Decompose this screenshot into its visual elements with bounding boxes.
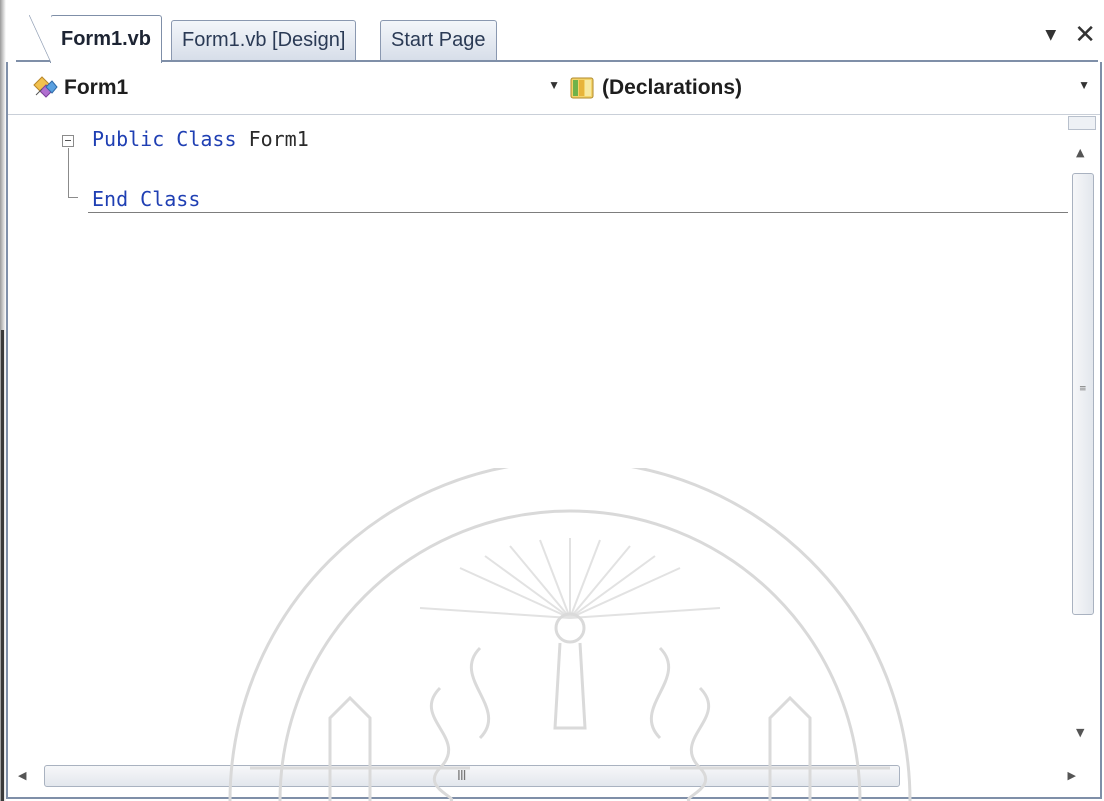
dropdown-arrow-icon[interactable]: ▼ xyxy=(1045,27,1056,43)
tab-start-page[interactable]: Start Page xyxy=(380,20,497,60)
tab-label: Form1.vb [Design] xyxy=(182,29,346,51)
split-handle[interactable] xyxy=(1068,116,1096,130)
keyword: Public xyxy=(92,127,165,151)
member-combo-value: (Declarations) xyxy=(602,76,743,99)
horizontal-scroll-thumb[interactable]: III xyxy=(44,765,900,787)
class-combo-value: Form1 xyxy=(64,76,129,99)
tab-window-controls: ▼ ✕ xyxy=(1045,22,1096,48)
declarations-icon xyxy=(570,77,594,99)
vertical-scroll-thumb[interactable]: ≡ xyxy=(1072,173,1094,615)
navigation-bar: Form1 ▼ (Declarations) ▼ xyxy=(8,62,1100,115)
code-area[interactable]: Public Class Form1 End Class xyxy=(8,115,1068,745)
tab-form1-vb-design[interactable]: Form1.vb [Design] xyxy=(171,20,357,60)
code-line-1: Public Class Form1 xyxy=(92,127,309,151)
horizontal-scrollbar[interactable]: ◀ III ▶ xyxy=(8,761,1076,793)
tab-label: Form1.vb xyxy=(61,28,152,50)
vertical-scrollbar[interactable]: ▲ ≡ ▼ xyxy=(1068,116,1098,746)
keyword: End xyxy=(92,187,129,211)
collapse-toggle-icon[interactable] xyxy=(62,135,74,147)
class-icon xyxy=(33,76,58,98)
member-name-combo[interactable]: (Declarations) ▼ xyxy=(570,70,1090,106)
keyword: Class xyxy=(140,187,201,211)
chevron-down-icon[interactable]: ▼ xyxy=(1078,78,1090,92)
tab-label: Start Page xyxy=(391,29,486,51)
outline-fold-line xyxy=(68,148,69,198)
close-icon[interactable]: ✕ xyxy=(1074,22,1096,48)
document-tab-strip: Form1.vb Form1.vb [Design] Start Page ▼ … xyxy=(6,0,1102,64)
keyword: Class xyxy=(176,127,237,151)
code-line-3: End Class xyxy=(92,187,200,211)
tab-form1-vb[interactable]: Form1.vb xyxy=(28,15,163,63)
scroll-down-icon[interactable]: ▼ xyxy=(1076,726,1084,739)
left-window-edge-dark xyxy=(1,330,4,801)
scroll-up-icon[interactable]: ▲ xyxy=(1076,146,1084,159)
grip-icon: ≡ xyxy=(1079,384,1087,394)
identifier: Form1 xyxy=(248,127,309,151)
grip-icon: III xyxy=(457,769,466,784)
class-name-combo[interactable]: Form1 ▼ xyxy=(30,70,560,106)
procedure-separator-line xyxy=(88,212,1068,213)
chevron-down-icon[interactable]: ▼ xyxy=(548,78,560,92)
code-editor-window: Form1.vb Form1.vb [Design] Start Page ▼ … xyxy=(6,0,1102,799)
scroll-right-icon[interactable]: ▶ xyxy=(1068,769,1076,782)
outline-fold-end xyxy=(68,197,78,198)
code-editor: Form1 ▼ (Declarations) ▼ Public Class Fo… xyxy=(6,62,1102,799)
scroll-left-icon[interactable]: ◀ xyxy=(18,769,26,782)
